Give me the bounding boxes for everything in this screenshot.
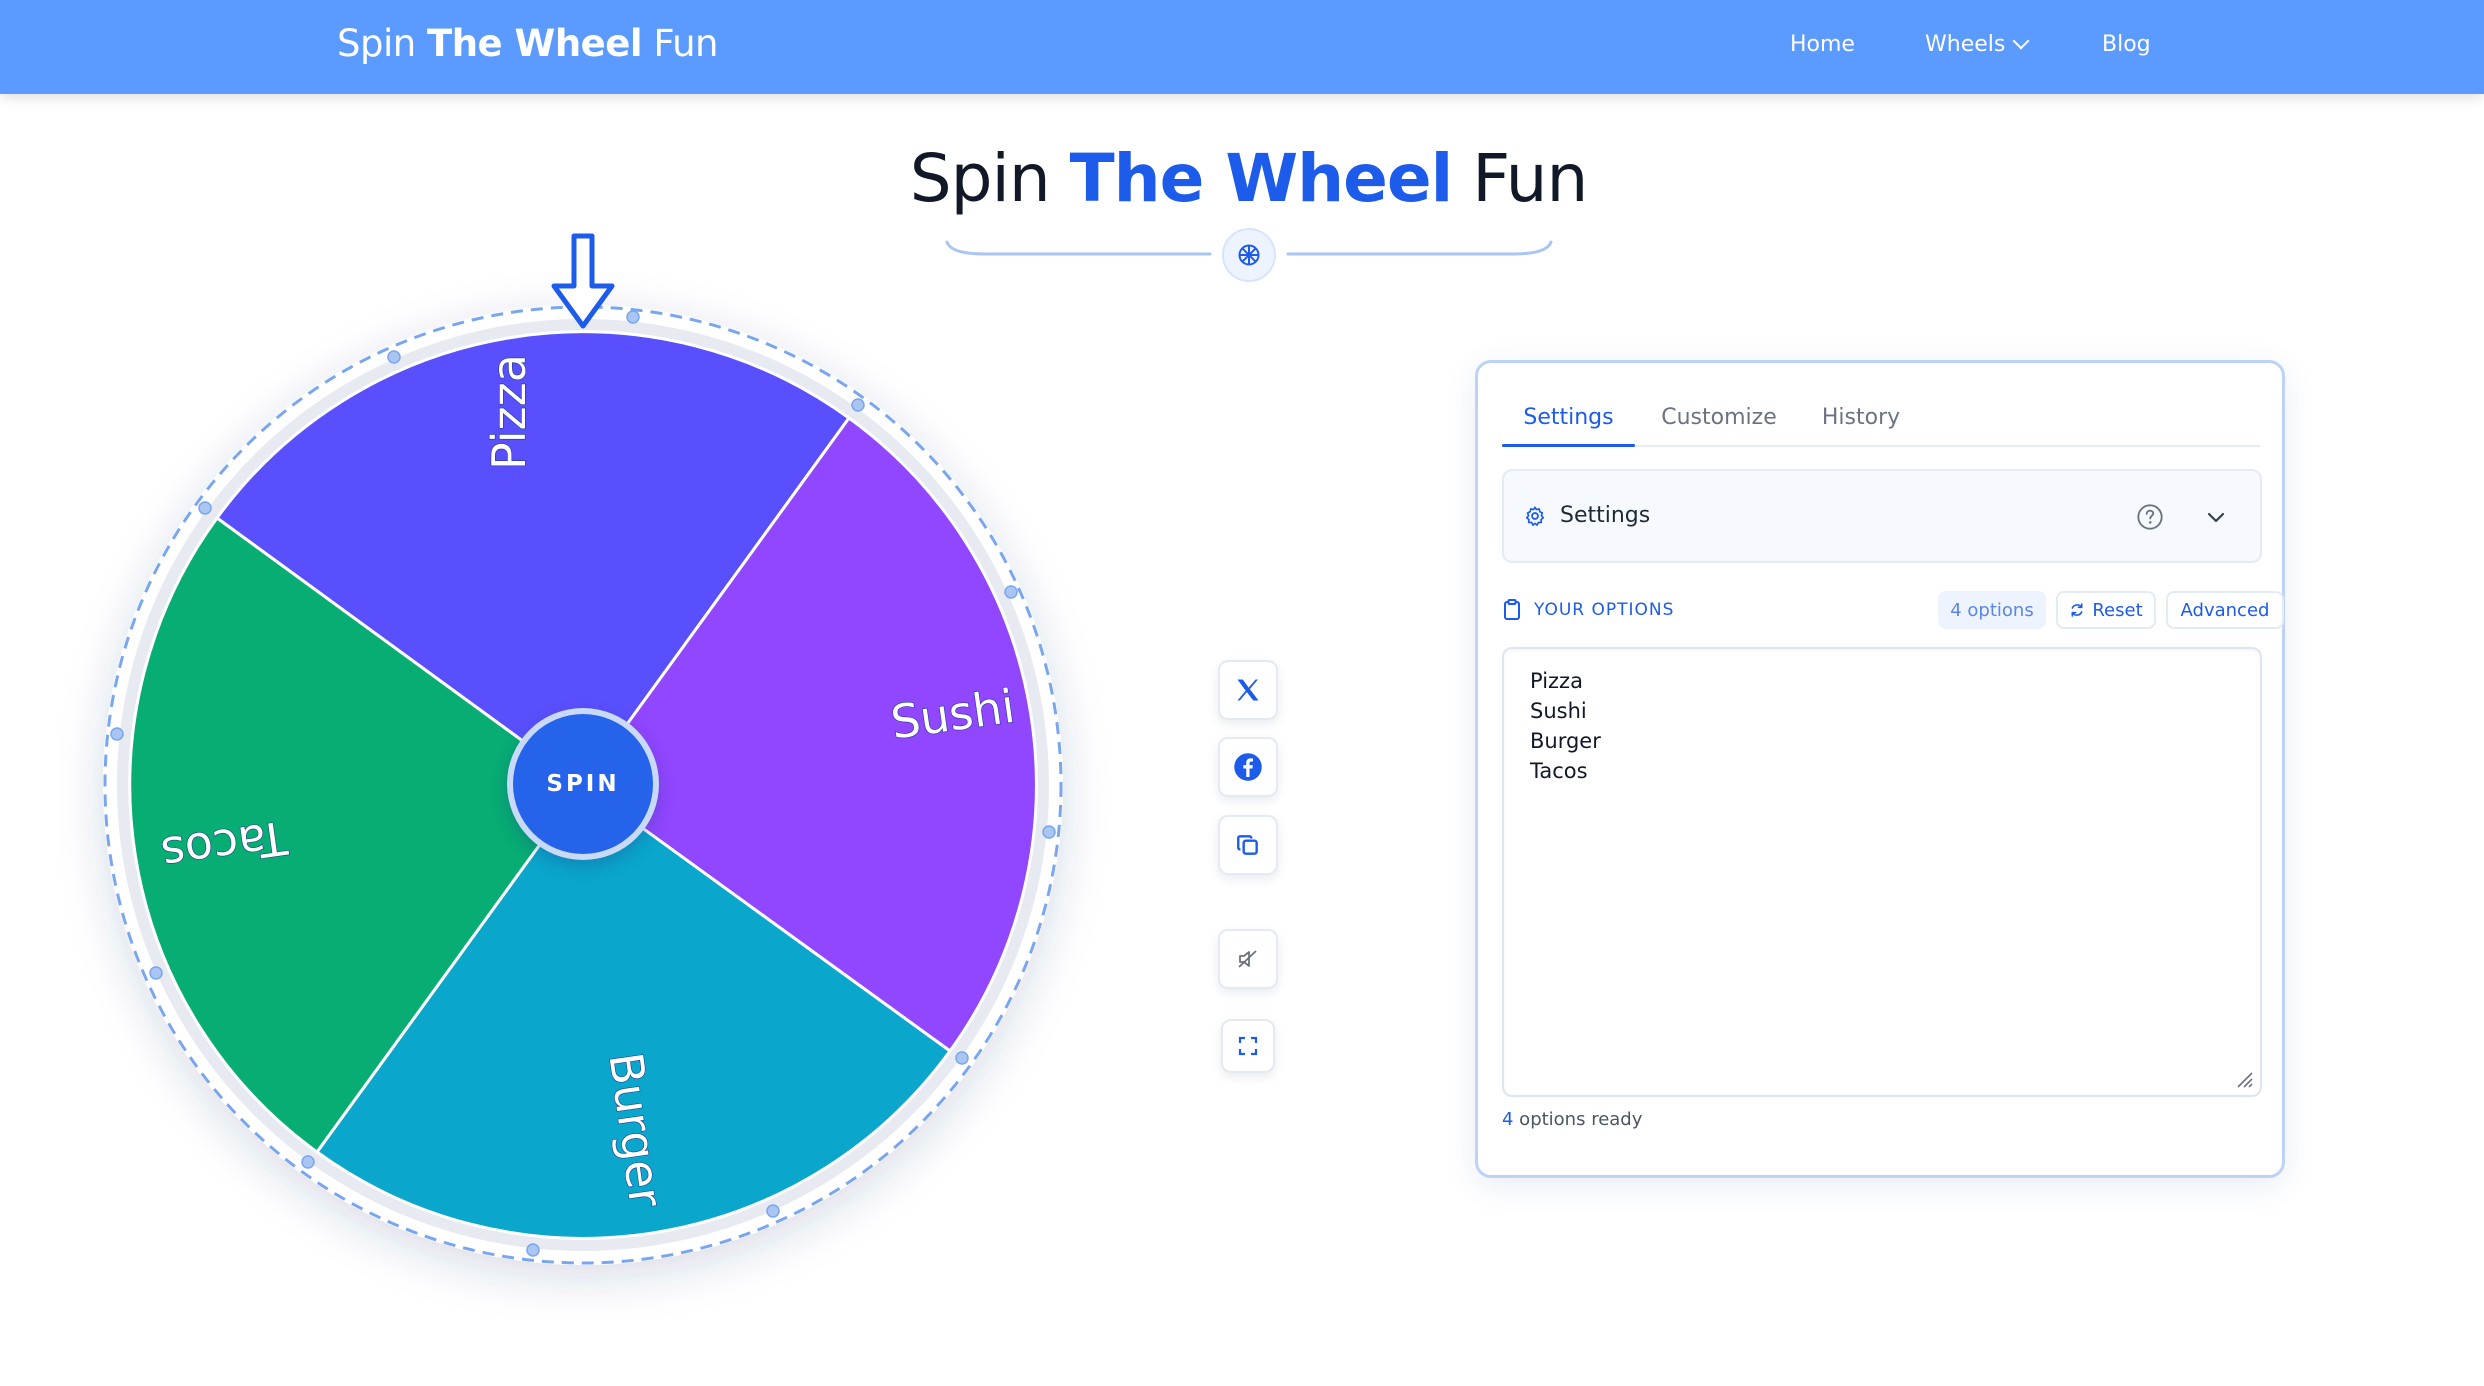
reset-button-label: Reset xyxy=(2092,599,2143,621)
your-options-label: YOUR OPTIONS xyxy=(1534,600,1675,620)
panel-tabs: Settings Customize History xyxy=(1502,395,2260,447)
copy-icon xyxy=(1237,835,1258,855)
sound-muted-icon xyxy=(1238,950,1257,968)
title-post: Fun xyxy=(1452,140,1588,217)
options-header-row: YOUR OPTIONS 4 options Reset Advanced xyxy=(1502,591,2284,631)
fullscreen-icon xyxy=(1238,1036,1258,1056)
top-navbar: Spin The Wheel Fun Home Wheels Blog xyxy=(0,0,2484,94)
tab-settings[interactable]: Settings xyxy=(1502,405,1635,430)
settings-accordion-label: Settings xyxy=(1560,503,1651,528)
title-wheel-badge xyxy=(1222,228,1276,282)
copy-link-button[interactable] xyxy=(1218,815,1278,875)
title-accent: The Wheel xyxy=(1069,140,1454,217)
clipboard-icon xyxy=(1504,599,1520,620)
spin-button-label: SPIN xyxy=(546,771,620,797)
active-tab-indicator xyxy=(1502,444,1635,447)
options-ready-count: 4 xyxy=(1502,1109,1514,1130)
share-facebook-button[interactable] xyxy=(1218,737,1278,797)
nav-blog-link[interactable]: Blog xyxy=(2102,32,2151,57)
gear-icon xyxy=(1525,506,1545,526)
wheel-icon xyxy=(1238,244,1260,266)
resize-handle-icon[interactable] xyxy=(2234,1069,2254,1089)
option-line: Pizza xyxy=(1530,669,1583,693)
brand-bold: The Wheel xyxy=(426,22,643,65)
share-x-button[interactable] xyxy=(1218,660,1278,720)
chevron-down-icon[interactable] xyxy=(2204,505,2228,529)
nav-wheels-label: Wheels xyxy=(1925,32,2006,57)
settings-accordion[interactable]: Settings xyxy=(1502,469,2262,563)
tab-settings-label: Settings xyxy=(1523,405,1614,430)
advanced-button[interactable]: Advanced xyxy=(2166,591,2284,629)
mute-button[interactable] xyxy=(1218,929,1278,989)
refresh-icon xyxy=(2071,603,2083,617)
tab-customize[interactable]: Customize xyxy=(1650,405,1788,430)
wheel-label-pizza: Pizza xyxy=(482,354,536,470)
brand-tail: Fun xyxy=(642,22,718,65)
chevron-down-icon xyxy=(2012,32,2030,50)
help-icon[interactable] xyxy=(2136,503,2164,531)
settings-panel: Settings Customize History Settings YOUR… xyxy=(1475,360,2285,1178)
option-line: Sushi xyxy=(1530,699,1587,723)
brand-logo[interactable]: Spin The Wheel Fun xyxy=(337,22,718,65)
reset-button[interactable]: Reset xyxy=(2056,591,2156,629)
brand-light: Spin xyxy=(337,22,427,65)
nav-wheels-dropdown[interactable]: Wheels xyxy=(1925,32,2030,57)
spin-button[interactable]: SPIN xyxy=(507,708,659,860)
options-ready-text: options ready xyxy=(1513,1109,1643,1130)
fullscreen-button[interactable] xyxy=(1221,1019,1275,1073)
facebook-icon xyxy=(1234,753,1262,781)
tab-history[interactable]: History xyxy=(1801,405,1921,430)
spin-wheel: Pizza Sushi Burger Tacos SPIN xyxy=(60,200,1110,1320)
options-ready-status: 4 options ready xyxy=(1502,1109,1642,1130)
option-line: Burger xyxy=(1530,729,1601,753)
x-logo-icon xyxy=(1237,679,1259,701)
nav-home-link[interactable]: Home xyxy=(1790,32,1855,57)
option-line: Tacos xyxy=(1530,759,1588,783)
options-count-badge: 4 options xyxy=(1938,591,2046,629)
options-textarea[interactable]: Pizza Sushi Burger Tacos xyxy=(1502,647,2262,1097)
